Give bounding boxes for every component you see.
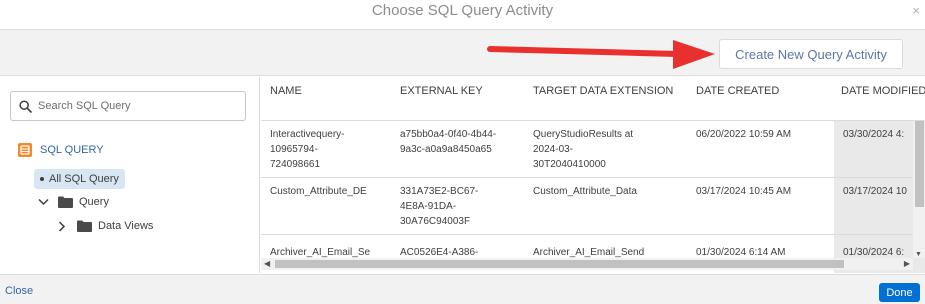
red-arrow-annotation	[487, 40, 715, 69]
scroll-down-arrow-icon[interactable]: ▼	[915, 251, 922, 258]
cell-date-created: 06/20/2022 10:59 AM	[696, 129, 792, 140]
cell-date-modified: 03/17/2024 10	[843, 186, 907, 197]
tree-item-label: Data Views	[98, 220, 154, 232]
modal-title: Choose SQL Query Activity	[371, 2, 554, 19]
create-new-query-activity-button[interactable]: Create New Query Activity	[719, 39, 903, 69]
chevron-right-icon[interactable]	[58, 220, 66, 232]
table-header: NAME EXTERNAL KEY TARGET DATA EXTENSION …	[261, 77, 925, 121]
cell-target-data-extension: Custom_Attribute_Data	[533, 186, 637, 197]
column-header-target-data-extension[interactable]: TARGET DATA EXTENSION	[533, 85, 673, 97]
tree-item-label: Query	[79, 196, 109, 208]
scroll-left-arrow-icon[interactable]: ◀	[264, 259, 270, 268]
horizontal-scrollbar[interactable]: ◀ ▶	[261, 258, 913, 270]
table-row[interactable]: Custom_Attribute_DE 331A73E2-BC67- 4E8A-…	[261, 178, 925, 235]
tree-root-label: SQL QUERY	[40, 144, 104, 156]
query-table: NAME EXTERNAL KEY TARGET DATA EXTENSION …	[261, 77, 925, 273]
toolbar: Create New Query Activity	[0, 30, 925, 76]
folder-icon	[58, 196, 73, 208]
cell-target-data-extension: QueryStudioResults at 2024-03- 30T204041…	[533, 129, 634, 170]
vertical-scrollbar[interactable]: ▼	[913, 121, 925, 258]
column-header-external-key[interactable]: EXTERNAL KEY	[400, 85, 483, 97]
tree-item-data-views[interactable]: Data Views	[58, 220, 153, 232]
close-icon[interactable]: ×	[912, 3, 920, 18]
column-header-date-created[interactable]: DATE CREATED	[696, 85, 779, 97]
tree-item-all-sql-query[interactable]: All SQL Query	[34, 169, 125, 189]
cell-name: Interactivequery- 10965794- 724098661	[270, 129, 345, 170]
folder-icon	[77, 220, 92, 232]
search-box	[10, 91, 246, 121]
bullet-icon	[40, 177, 44, 181]
scroll-right-arrow-icon[interactable]: ▶	[904, 259, 910, 268]
modal-header: Choose SQL Query Activity ×	[0, 0, 925, 30]
sql-query-icon	[18, 143, 32, 157]
column-header-date-modified[interactable]: DATE MODIFIED	[841, 85, 925, 97]
cell-date-created: 03/17/2024 10:45 AM	[696, 186, 792, 197]
horizontal-scroll-thumb[interactable]	[275, 260, 844, 268]
cell-date-modified: 03/30/2024 4:	[843, 129, 905, 140]
done-button[interactable]: Done	[879, 283, 920, 302]
tree-item-query[interactable]: Query	[38, 196, 109, 208]
close-link[interactable]: Close	[5, 285, 33, 297]
table-row[interactable]: Interactivequery- 10965794- 724098661 a7…	[261, 121, 925, 178]
chevron-down-icon[interactable]	[38, 198, 49, 206]
modal-footer: Close Done	[0, 274, 925, 304]
cell-external-key: 331A73E2-BC67- 4E8A-91DA- 30A76C94003F	[400, 186, 479, 227]
search-icon	[19, 99, 32, 113]
cell-external-key: a75bb0a4-0f40-4b44- 9a3c-a0a9a8450a65	[400, 129, 497, 155]
vertical-scroll-thumb[interactable]	[915, 121, 924, 207]
search-input[interactable]	[38, 100, 228, 112]
column-header-name[interactable]: NAME	[270, 85, 302, 97]
tree-item-label: All SQL Query	[49, 173, 119, 185]
sidebar: SQL QUERY All SQL Query Query Data Views	[0, 77, 260, 273]
cell-name: Custom_Attribute_DE	[270, 186, 367, 197]
tree-root-sql-query[interactable]: SQL QUERY	[18, 143, 104, 157]
